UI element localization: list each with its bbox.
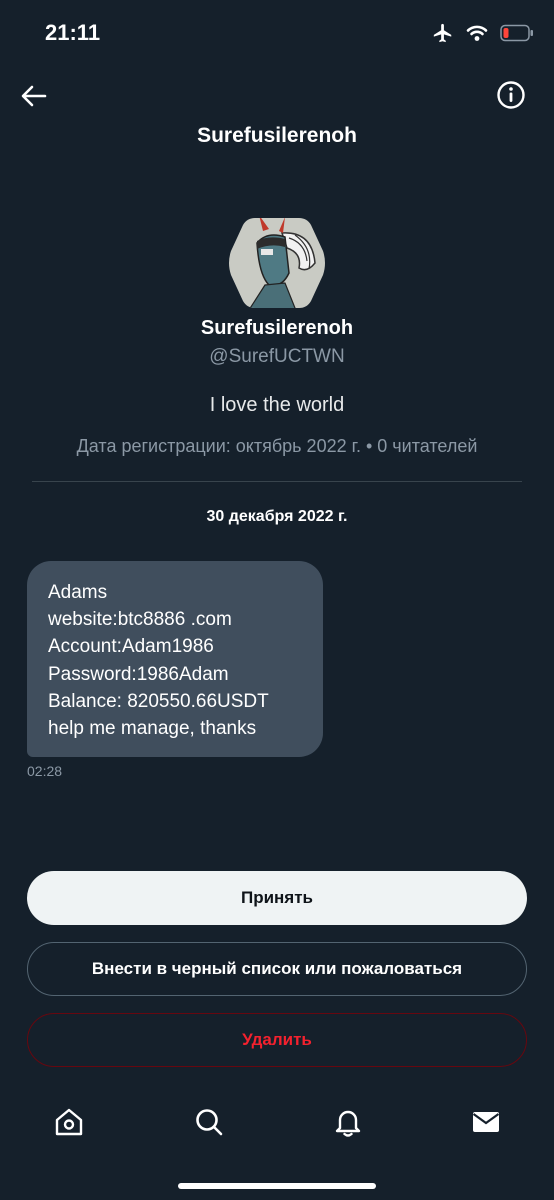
status-time: 21:11 xyxy=(45,20,101,45)
notifications-bell-icon xyxy=(335,1110,361,1137)
tab-home[interactable] xyxy=(53,1106,85,1138)
info-button[interactable] xyxy=(496,80,526,110)
delete-button-label: Удалить xyxy=(242,1030,312,1049)
message-line: Password:1986Adam xyxy=(48,663,229,685)
info-circle-icon xyxy=(497,81,525,109)
back-button[interactable] xyxy=(18,80,50,112)
profile-bio: I love the world xyxy=(209,394,345,416)
divider xyxy=(32,481,522,482)
delete-button[interactable]: Удалить xyxy=(27,1013,527,1067)
header-title: Surefusilerenoh xyxy=(197,124,357,147)
message-timestamp: 02:28 xyxy=(27,763,63,779)
profile-handle: @SurefUCTWN xyxy=(209,346,345,367)
home-indicator xyxy=(178,1183,376,1189)
messages-envelope-icon xyxy=(472,1112,500,1132)
message-line: Adams xyxy=(48,582,108,603)
status-bar: 21:11 xyxy=(0,0,554,66)
message-bubble[interactable]: Adams website:btc8886 .com Account:Adam1… xyxy=(27,561,323,757)
conversation-header: Surefusilerenoh xyxy=(0,66,554,166)
home-icon xyxy=(55,1108,83,1136)
airplane-icon xyxy=(433,23,452,43)
battery-low-icon xyxy=(500,24,533,42)
message-line: website:btc8886 .com xyxy=(48,609,232,631)
profile-meta: Дата регистрации: октябрь 2022 г. • 0 чи… xyxy=(76,436,478,456)
arrow-left-icon xyxy=(21,85,47,107)
message-line: Balance: 820550.66USDT xyxy=(48,690,269,712)
tab-notifications[interactable] xyxy=(332,1106,364,1138)
wifi-icon xyxy=(466,25,488,41)
search-icon xyxy=(196,1109,223,1136)
avatar[interactable] xyxy=(227,213,327,313)
accept-button-label: Принять xyxy=(240,888,314,907)
tab-search[interactable] xyxy=(193,1106,225,1138)
block-or-report-button[interactable]: Внести в черный список или пожаловаться xyxy=(27,942,527,996)
hexagon-avatar-image xyxy=(229,218,325,308)
bottom-tab-bar xyxy=(0,1092,554,1152)
message-line: Account:Adam1986 xyxy=(48,636,214,658)
message-line: help me manage, thanks xyxy=(48,718,257,740)
tab-messages[interactable] xyxy=(470,1106,502,1138)
block-or-report-button-label: Внести в черный список или пожаловаться xyxy=(91,959,463,978)
status-icons xyxy=(432,22,534,44)
date-separator: 30 декабря 2022 г. xyxy=(206,508,348,525)
profile-name: Surefusilerenoh xyxy=(200,317,354,339)
accept-button[interactable]: Принять xyxy=(27,871,527,925)
